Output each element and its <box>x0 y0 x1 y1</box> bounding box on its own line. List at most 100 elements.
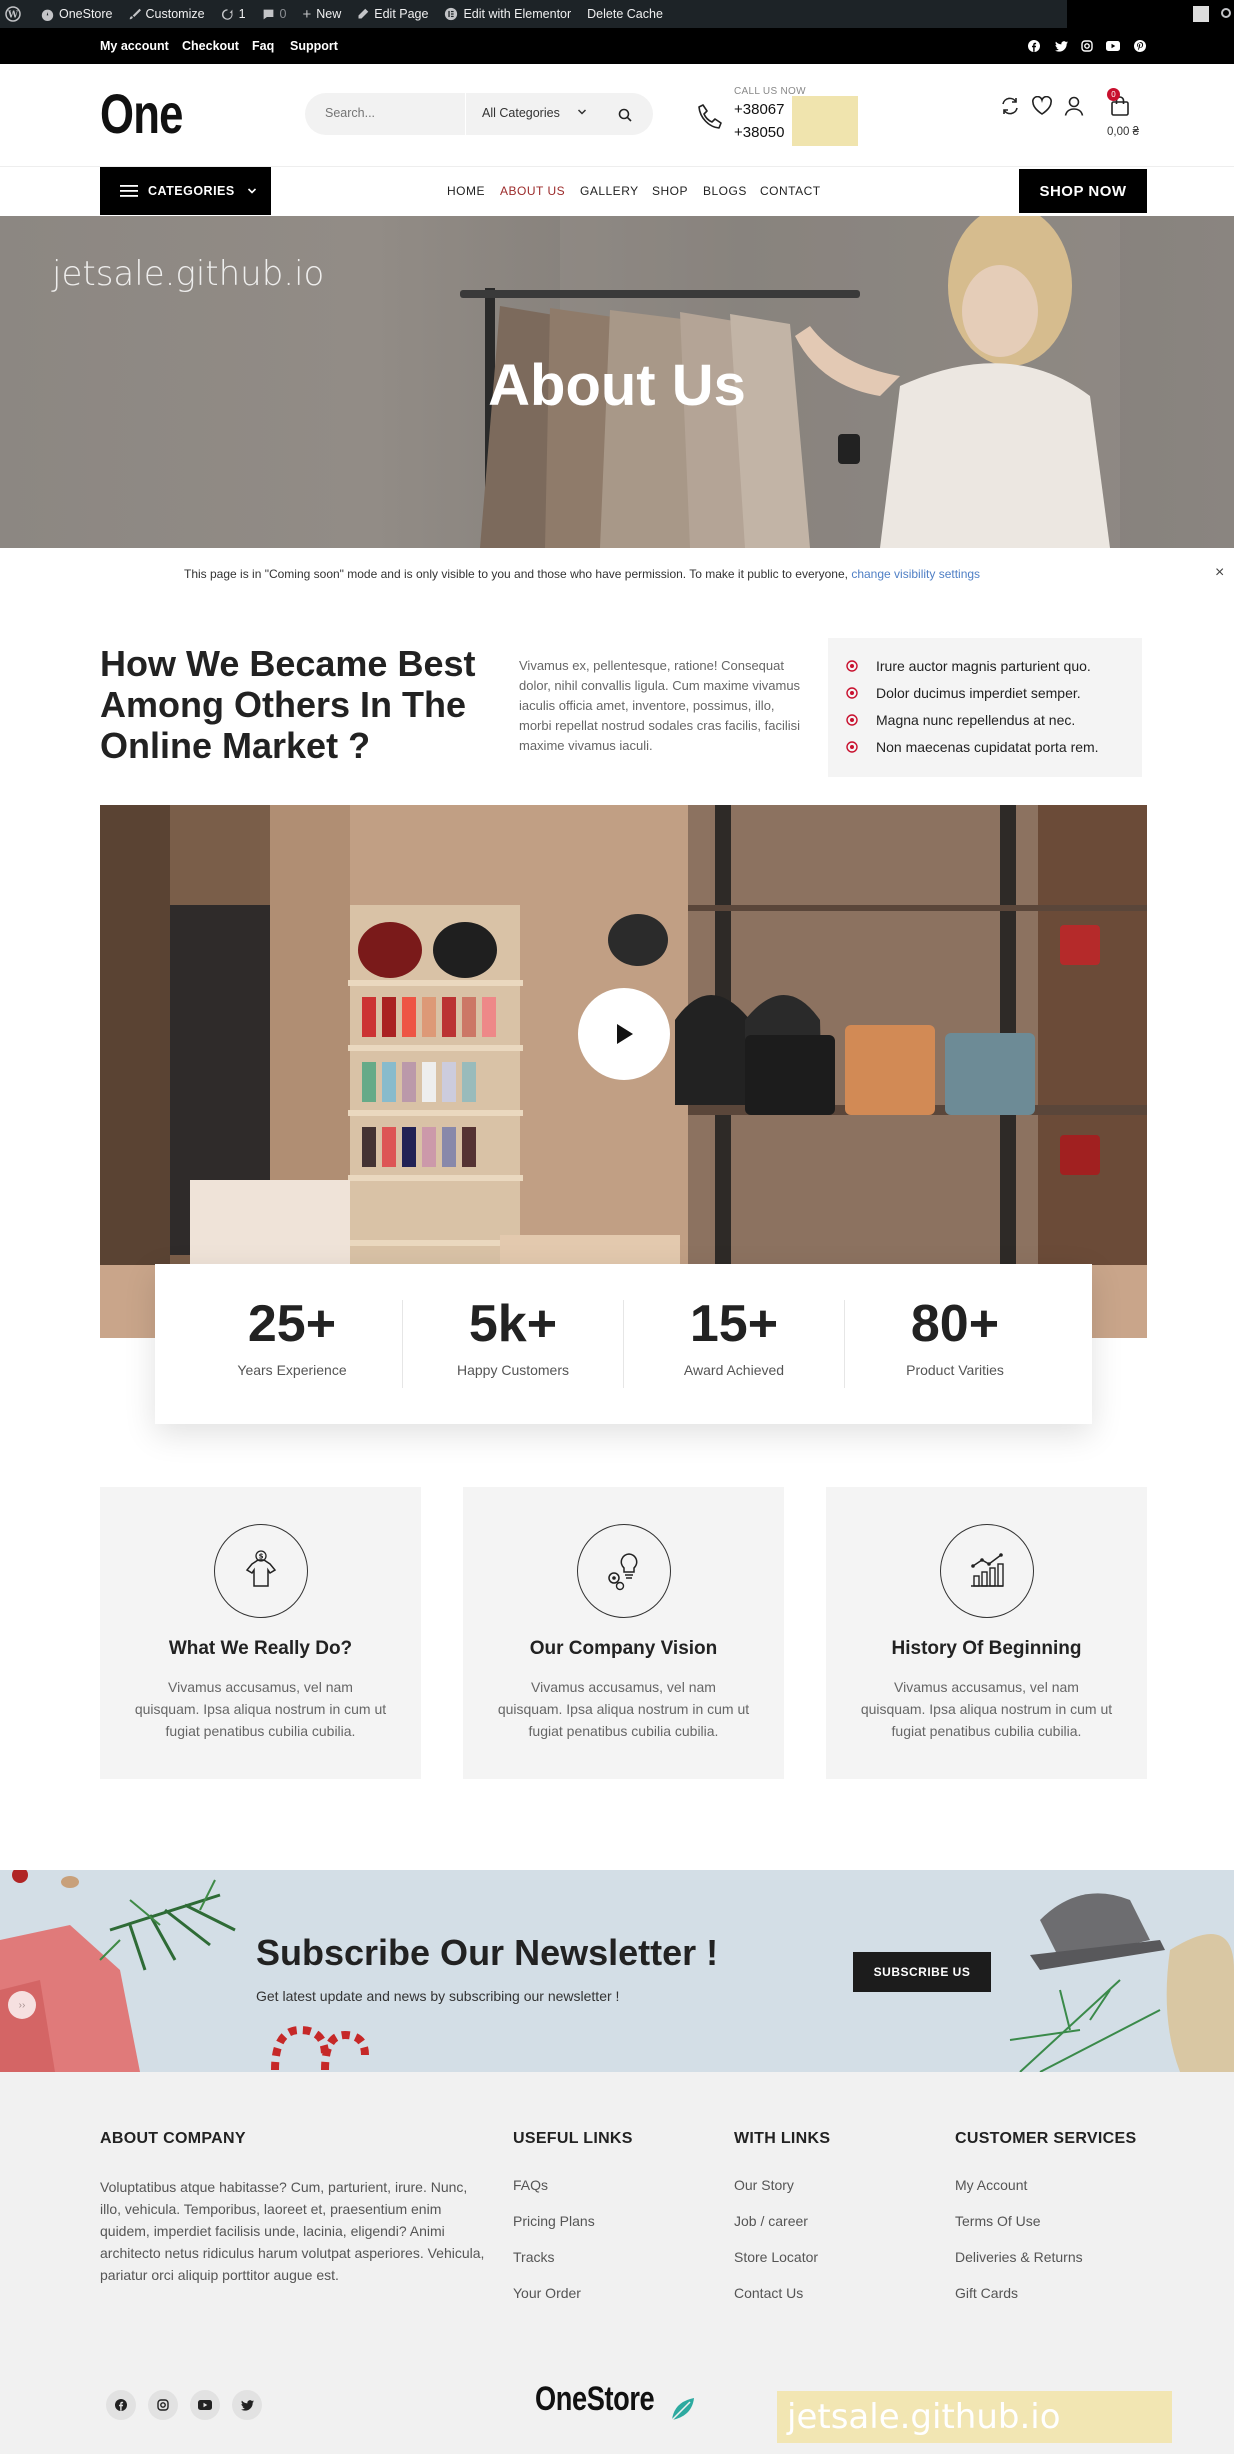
user-avatar-icon[interactable] <box>1193 6 1209 22</box>
search-icon <box>618 108 632 122</box>
newsletter-section: Subscribe Our Newsletter ! Get latest up… <box>0 1870 1234 2072</box>
admin-search-icon[interactable] <box>1221 8 1231 18</box>
target-bullet-icon <box>846 687 858 699</box>
footer-link-faqs[interactable]: FAQs <box>513 2177 548 2193</box>
phone-number-2[interactable]: +38050 <box>734 124 784 141</box>
feature-card: History Of Beginning Vivamus accusamus, … <box>826 1487 1147 1779</box>
topbar-link-checkout[interactable]: Checkout <box>182 39 239 53</box>
admin-bar-right <box>1067 0 1234 28</box>
twitter-icon[interactable] <box>1053 38 1069 54</box>
footer-link-our-story[interactable]: Our Story <box>734 2177 794 2193</box>
nav-item-home[interactable]: HOME <box>447 184 485 198</box>
top-bar: My account Checkout Faq Support <box>0 28 1234 64</box>
admin-updates-count: 1 <box>238 7 246 21</box>
wp-admin-bar: W OneStore Customize 1 0 + New Edit Page… <box>0 0 1234 28</box>
admin-delete-cache-label: Delete Cache <box>587 7 663 21</box>
footer-link-your-order[interactable]: Your Order <box>513 2285 581 2301</box>
account-user-icon[interactable] <box>1060 92 1088 120</box>
close-icon[interactable]: × <box>1215 564 1224 582</box>
newsletter-title: Subscribe Our Newsletter ! <box>256 1932 719 1973</box>
list-item: Non maecenas cupidatat porta rem. <box>846 739 1099 755</box>
list-item: Dolor ducimus imperdiet semper. <box>846 685 1081 701</box>
hero-banner: jetsale.github.io About Us <box>0 216 1234 548</box>
footer-link-pricing[interactable]: Pricing Plans <box>513 2213 595 2229</box>
stat-label: Happy Customers <box>456 1362 570 1378</box>
target-bullet-icon <box>846 741 858 753</box>
feature-desc: Vivamus accusamus, vel nam quisquam. Ips… <box>134 1679 387 1739</box>
stat-products: 80+ Product Varities <box>845 1294 1065 1378</box>
facebook-icon[interactable] <box>1026 38 1042 54</box>
facebook-icon[interactable] <box>106 2390 136 2420</box>
refresh-icon <box>221 8 233 20</box>
admin-customize-link[interactable]: Customize <box>129 7 205 21</box>
admin-comments-link[interactable]: 0 <box>262 7 287 21</box>
admin-elementor-link[interactable]: Edit with Elementor <box>444 7 571 21</box>
topbar-link-faq[interactable]: Faq <box>252 39 274 53</box>
nav-item-blogs[interactable]: BLOGS <box>703 184 747 198</box>
footer-link-job-career[interactable]: Job / career <box>734 2213 808 2229</box>
target-bullet-icon <box>846 660 858 672</box>
phone-number-1[interactable]: +38067 <box>734 101 784 118</box>
twitter-icon[interactable] <box>232 2390 262 2420</box>
footer-link-deliveries[interactable]: Deliveries & Returns <box>955 2249 1083 2265</box>
nav-item-contact[interactable]: CONTACT <box>760 184 821 198</box>
admin-updates-link[interactable]: 1 <box>221 7 246 21</box>
stat-label: Award Achieved <box>683 1362 785 1378</box>
site-logo[interactable]: One <box>100 84 183 144</box>
admin-new-label: New <box>316 7 342 21</box>
chevron-down-icon[interactable] <box>577 107 587 117</box>
admin-comments-count: 0 <box>279 7 287 21</box>
nav-item-gallery[interactable]: GALLERY <box>580 184 639 198</box>
svg-text:$: $ <box>259 1553 264 1561</box>
hamburger-menu-icon <box>120 185 138 197</box>
footer-link-tracks[interactable]: Tracks <box>513 2249 554 2265</box>
topbar-link-my-account[interactable]: My account <box>100 39 169 53</box>
topbar-link-support[interactable]: Support <box>290 39 338 53</box>
feature-card: $ What We Really Do? Vivamus accusamus, … <box>100 1487 421 1779</box>
footer-with-title: WITH LINKS <box>734 2130 831 2147</box>
admin-elementor-label: Edit with Elementor <box>463 7 572 21</box>
nav-item-about-us[interactable]: ABOUT US <box>500 184 565 198</box>
feature-title: History Of Beginning <box>891 1638 1082 1659</box>
play-video-button[interactable] <box>578 988 670 1080</box>
footer-link-terms[interactable]: Terms Of Use <box>955 2213 1041 2229</box>
footer-logo[interactable]: OneStore <box>535 2380 655 2419</box>
newsletter-desc: Get latest update and news by subscribin… <box>256 1988 620 2004</box>
instagram-icon[interactable] <box>1079 38 1095 54</box>
plus-icon: + <box>302 5 312 23</box>
visibility-settings-link[interactable]: change visibility settings <box>851 567 980 581</box>
footer-link-contact-us[interactable]: Contact Us <box>734 2285 803 2301</box>
stat-label: Product Varities <box>906 1362 1004 1378</box>
pinterest-icon[interactable] <box>1132 38 1148 54</box>
notice-text-wrap: This page is in "Coming soon" mode and i… <box>184 567 980 581</box>
stat-number: 15+ <box>689 1295 779 1353</box>
subscribe-button[interactable]: SUBSCRIBE US <box>853 1952 991 1992</box>
admin-customize-label: Customize <box>145 7 205 21</box>
category-select[interactable]: All Categories <box>482 106 560 120</box>
admin-delete-cache-link[interactable]: Delete Cache <box>587 7 663 21</box>
shop-now-button[interactable]: SHOP NOW <box>1019 169 1147 213</box>
nav-item-shop[interactable]: SHOP <box>652 184 688 198</box>
admin-site-link[interactable]: OneStore <box>41 7 113 21</box>
search-button[interactable] <box>613 103 637 127</box>
wordpress-logo-icon[interactable]: W <box>5 6 21 22</box>
search-input[interactable] <box>325 106 455 120</box>
footer-link-my-account[interactable]: My Account <box>955 2177 1027 2193</box>
admin-new-link[interactable]: + New <box>302 6 341 23</box>
stat-number: 5k+ <box>468 1295 558 1353</box>
youtube-icon[interactable] <box>190 2390 220 2420</box>
wishlist-heart-icon[interactable] <box>1028 92 1056 120</box>
footer-link-gift-cards[interactable]: Gift Cards <box>955 2285 1018 2301</box>
youtube-icon[interactable] <box>1105 38 1121 54</box>
footer-about-text: Voluptatibus atque habitasse? Cum, partu… <box>100 2179 485 2283</box>
admin-edit-page-link[interactable]: Edit Page <box>357 7 428 21</box>
instagram-icon[interactable] <box>148 2390 178 2420</box>
admin-site-label: OneStore <box>59 7 113 21</box>
leaf-logo-icon <box>671 2398 694 2421</box>
compare-icon[interactable] <box>996 92 1024 120</box>
side-toggle-icon[interactable]: ›› <box>8 1991 36 2019</box>
list-item-text: Magna nunc repellendus at nec. <box>876 712 1076 728</box>
footer-link-store-locator[interactable]: Store Locator <box>734 2249 818 2265</box>
categories-button[interactable]: CATEGORIES <box>100 167 271 215</box>
feature-desc: Vivamus accusamus, vel nam quisquam. Ips… <box>860 1679 1113 1739</box>
